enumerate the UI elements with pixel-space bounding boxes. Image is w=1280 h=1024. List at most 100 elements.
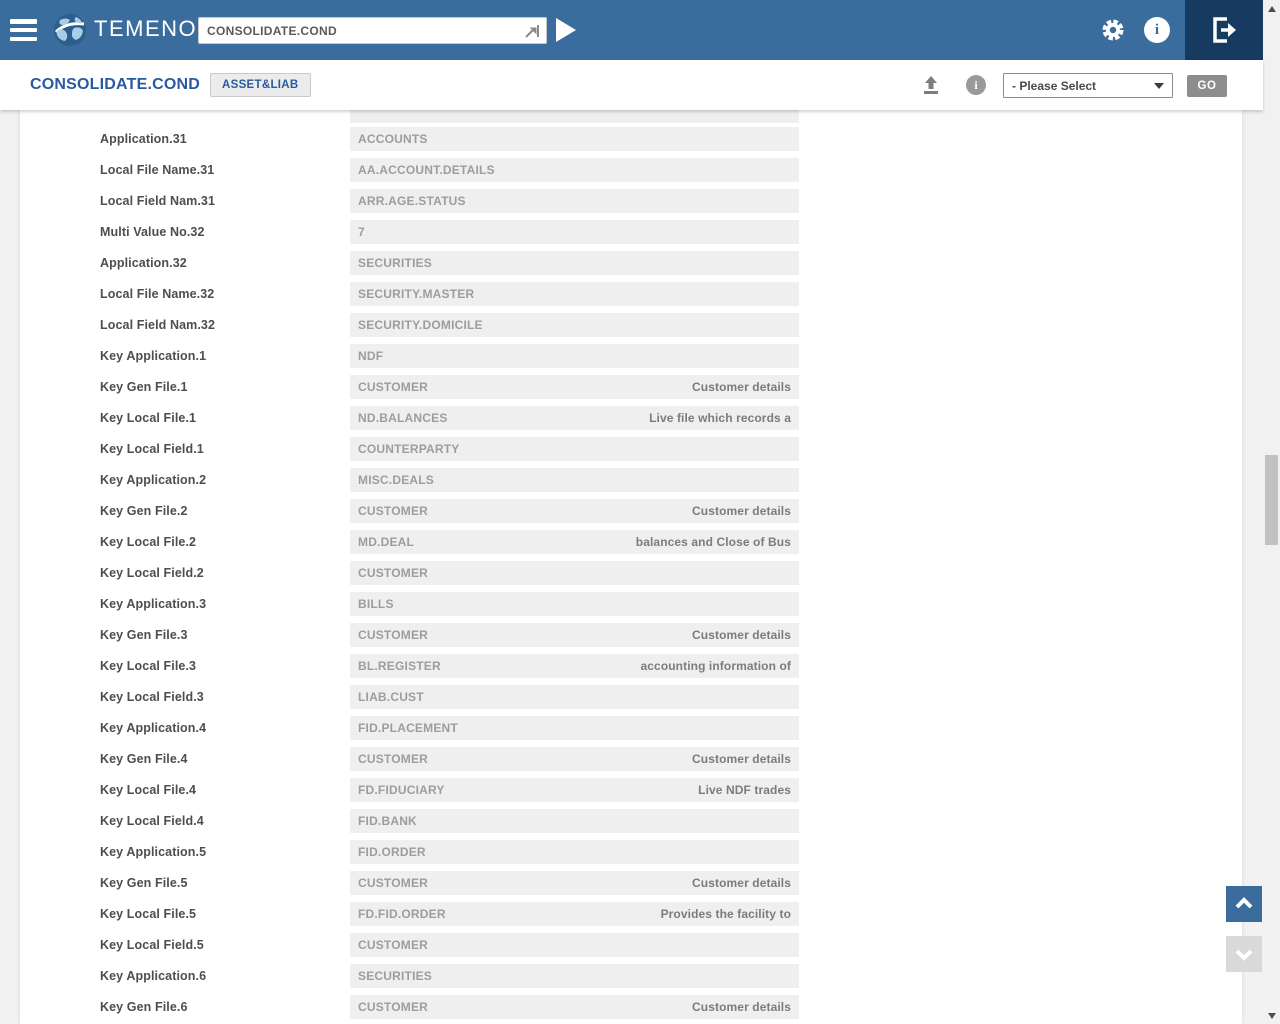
- field-value-bar[interactable]: LIAB.CUST: [350, 684, 799, 709]
- field-value-bar[interactable]: CUSTOMER Customer details: [350, 374, 799, 399]
- scrollbar-down-arrow[interactable]: [1263, 1007, 1280, 1024]
- field-row: Local Field Nam.31 ARR.AGE.STATUS: [20, 185, 1242, 216]
- field-value: LIAB.CUST: [358, 689, 424, 704]
- field-row: Key Application.5 FID.ORDER: [20, 836, 1242, 867]
- field-value-bar[interactable]: FID.ORDER: [350, 839, 799, 864]
- field-value: NDF: [358, 348, 384, 363]
- field-value-bar[interactable]: SECURITY.DOMICILE: [350, 312, 799, 337]
- field-value-bar[interactable]: COUNTERPARTY: [350, 436, 799, 461]
- field-value: CUSTOMER: [358, 503, 429, 518]
- main-column: TEMENOS i: [0, 0, 1263, 1024]
- field-row: Key Gen File.6 CUSTOMER Customer details: [20, 991, 1242, 1022]
- page-scrollbar[interactable]: [1263, 0, 1280, 1024]
- field-value-bar[interactable]: CUSTOMER Customer details: [350, 622, 799, 647]
- field-value-bar[interactable]: AA.ACCOUNT.DETAILS: [350, 157, 799, 182]
- field-value: MD.DEAL: [358, 534, 415, 549]
- field-row: Multi Value No.32 7: [20, 216, 1242, 247]
- info-icon[interactable]: i: [1144, 17, 1170, 43]
- go-button[interactable]: GO: [1187, 75, 1227, 97]
- field-label: Key Local File.4: [100, 782, 197, 797]
- field-label: Key Local File.3: [100, 658, 197, 673]
- field-value: CUSTOMER: [358, 379, 429, 394]
- command-input[interactable]: [199, 23, 523, 38]
- field-row: Key Local File.1 ND.BALANCES Live file w…: [20, 402, 1242, 433]
- scroll-to-top-button[interactable]: [1226, 886, 1262, 922]
- field-row: Local Field Nam.32 SECURITY.DOMICILE: [20, 309, 1242, 340]
- field-value: CUSTOMER: [358, 565, 429, 580]
- field-row: Key Local File.4 FD.FIDUCIARY Live NDF t…: [20, 774, 1242, 805]
- chevron-down-icon: [1235, 949, 1253, 961]
- field-label: Key Gen File.2: [100, 503, 188, 518]
- field-row: Key Gen File.2 CUSTOMER Customer details: [20, 495, 1242, 526]
- field-label: Key Gen File.3: [100, 627, 188, 642]
- page-title: CONSOLIDATE.COND: [30, 76, 201, 93]
- field-value-bar[interactable]: NDF: [350, 343, 799, 368]
- field-row: Key Local Field.1 COUNTERPARTY: [20, 433, 1242, 464]
- record-id-badge: ASSET&LIAB: [210, 73, 311, 97]
- field-value-bar[interactable]: FID.BANK: [350, 808, 799, 833]
- field-value-bar[interactable]: ACCOUNTS: [350, 126, 799, 151]
- field-description: Provides the facility to: [660, 906, 791, 921]
- field-label: Application.31: [100, 131, 187, 146]
- field-value-bar[interactable]: CUSTOMER: [350, 560, 799, 585]
- field-value: FID.PLACEMENT: [358, 720, 458, 735]
- field-value: 7: [358, 224, 365, 239]
- scroll-to-bottom-button[interactable]: [1226, 936, 1262, 972]
- info-icon[interactable]: i: [966, 75, 986, 95]
- field-value: SECURITIES: [358, 255, 433, 270]
- field-value-bar-partial[interactable]: [350, 110, 799, 123]
- field-value-bar[interactable]: SECURITIES: [350, 250, 799, 275]
- gear-icon[interactable]: [1100, 17, 1126, 43]
- field-value: SECURITY.MASTER: [358, 286, 475, 301]
- field-value-bar[interactable]: FD.FIDUCIARY Live NDF trades: [350, 777, 799, 802]
- field-value-bar[interactable]: FID.PLACEMENT: [350, 715, 799, 740]
- field-value: ACCOUNTS: [358, 131, 428, 146]
- field-row: Key Gen File.1 CUSTOMER Customer details: [20, 371, 1242, 402]
- field-value-bar[interactable]: BL.REGISTER accounting information of: [350, 653, 799, 678]
- upload-icon[interactable]: [921, 75, 941, 95]
- scrollbar-up-arrow[interactable]: [1263, 0, 1280, 17]
- field-value-bar[interactable]: BILLS: [350, 591, 799, 616]
- field-value-bar[interactable]: MISC.DEALS: [350, 467, 799, 492]
- field-label: Key Application.3: [100, 596, 207, 611]
- field-value-bar[interactable]: CUSTOMER Customer details: [350, 498, 799, 523]
- field-row: Key Local Field.4 FID.BANK: [20, 805, 1242, 836]
- field-value-bar[interactable]: CUSTOMER: [350, 932, 799, 957]
- field-value-bar[interactable]: FD.FID.ORDER Provides the facility to: [350, 901, 799, 926]
- field-value: FID.BANK: [358, 813, 417, 828]
- field-label: Local File Name.31: [100, 162, 215, 177]
- globe-logo-icon: [52, 12, 88, 53]
- field-value-bar[interactable]: ARR.AGE.STATUS: [350, 188, 799, 213]
- field-row: Key Application.1 NDF: [20, 340, 1242, 371]
- field-value-bar[interactable]: ND.BALANCES Live file which records a: [350, 405, 799, 430]
- action-select[interactable]: - Please Select: [1003, 73, 1173, 98]
- sign-out-icon: [1213, 17, 1236, 43]
- field-label: Key Local File.1: [100, 410, 197, 425]
- field-value: CUSTOMER: [358, 627, 429, 642]
- launch-icon[interactable]: [523, 22, 541, 40]
- hamburger-menu-icon[interactable]: [10, 19, 37, 41]
- field-row: Key Local File.2 MD.DEAL balances and Cl…: [20, 526, 1242, 557]
- field-label: Local Field Nam.31: [100, 193, 216, 208]
- field-value-bar[interactable]: SECURITIES: [350, 963, 799, 988]
- field-row: Key Gen File.4 CUSTOMER Customer details: [20, 743, 1242, 774]
- field-value-bar[interactable]: MD.DEAL balances and Close of Bus: [350, 529, 799, 554]
- field-value-bar[interactable]: 7: [350, 219, 799, 244]
- field-label: Key Gen File.4: [100, 751, 188, 766]
- field-row: Key Local File.5 FD.FID.ORDER Provides t…: [20, 898, 1242, 929]
- scrollbar-thumb[interactable]: [1265, 455, 1278, 545]
- field-description: accounting information of: [640, 658, 791, 673]
- field-value-bar[interactable]: SECURITY.MASTER: [350, 281, 799, 306]
- field-label: Local File Name.32: [100, 286, 215, 301]
- field-value-bar[interactable]: CUSTOMER Customer details: [350, 746, 799, 771]
- run-command-play-icon[interactable]: [556, 18, 576, 42]
- sign-out-button[interactable]: [1185, 0, 1263, 60]
- field-value: MISC.DEALS: [358, 472, 435, 487]
- field-label: Key Local File.5: [100, 906, 197, 921]
- field-label: Key Application.4: [100, 720, 207, 735]
- field-value-bar[interactable]: CUSTOMER Customer details: [350, 870, 799, 895]
- field-description: Customer details: [692, 875, 791, 890]
- field-value-bar[interactable]: CUSTOMER Customer details: [350, 994, 799, 1019]
- field-description: Live file which records a: [649, 410, 791, 425]
- field-label: Key Gen File.1: [100, 379, 188, 394]
